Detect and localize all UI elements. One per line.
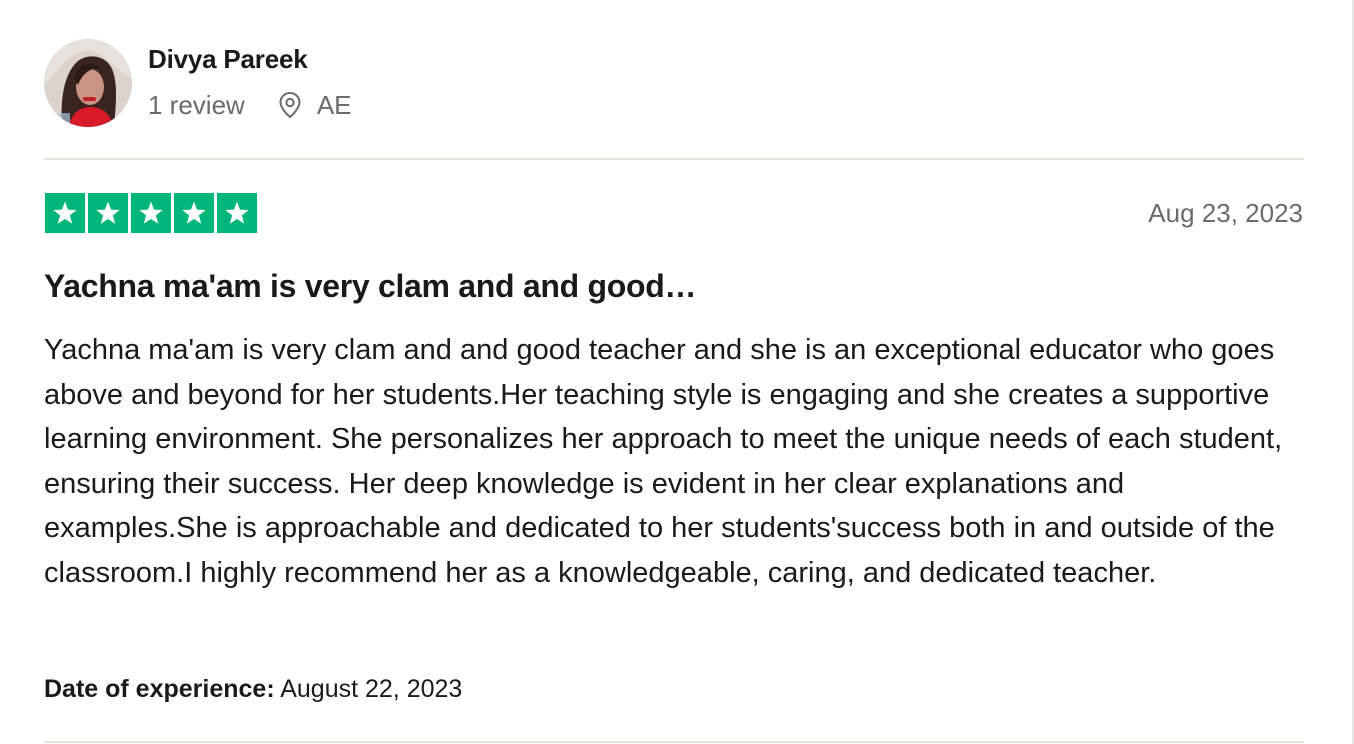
consumer-name[interactable]: Divya Pareek <box>148 44 308 75</box>
consumer-meta: 1 review AE <box>148 89 352 121</box>
experience-label: Date of experience: <box>44 675 275 703</box>
star-icon <box>131 193 171 233</box>
review-card: Divya Pareek 1 review AE Aug 23, 2023 Ya… <box>44 0 1304 744</box>
location-pin-icon <box>277 91 303 119</box>
star-icon <box>174 193 214 233</box>
divider <box>44 158 1304 160</box>
divider <box>44 741 1304 743</box>
star-icon <box>88 193 128 233</box>
review-title[interactable]: Yachna ma'am is very clam and and good… <box>44 268 696 305</box>
review-count: 1 review <box>148 89 245 120</box>
star-icon <box>45 193 85 233</box>
star-rating <box>45 193 257 233</box>
star-icon <box>217 193 257 233</box>
consumer-location: AE <box>316 89 352 120</box>
avatar[interactable] <box>44 39 132 127</box>
avatar-image <box>44 39 132 127</box>
review-body: Yachna ma'am is very clam and and good t… <box>44 334 1283 589</box>
review-date: Aug 23, 2023 <box>1148 198 1303 228</box>
consumer-info: Divya Pareek 1 review AE <box>44 39 644 129</box>
experience-date: August 22, 2023 <box>280 675 463 703</box>
date-of-experience: Date of experience: August 22, 2023 <box>44 675 462 704</box>
